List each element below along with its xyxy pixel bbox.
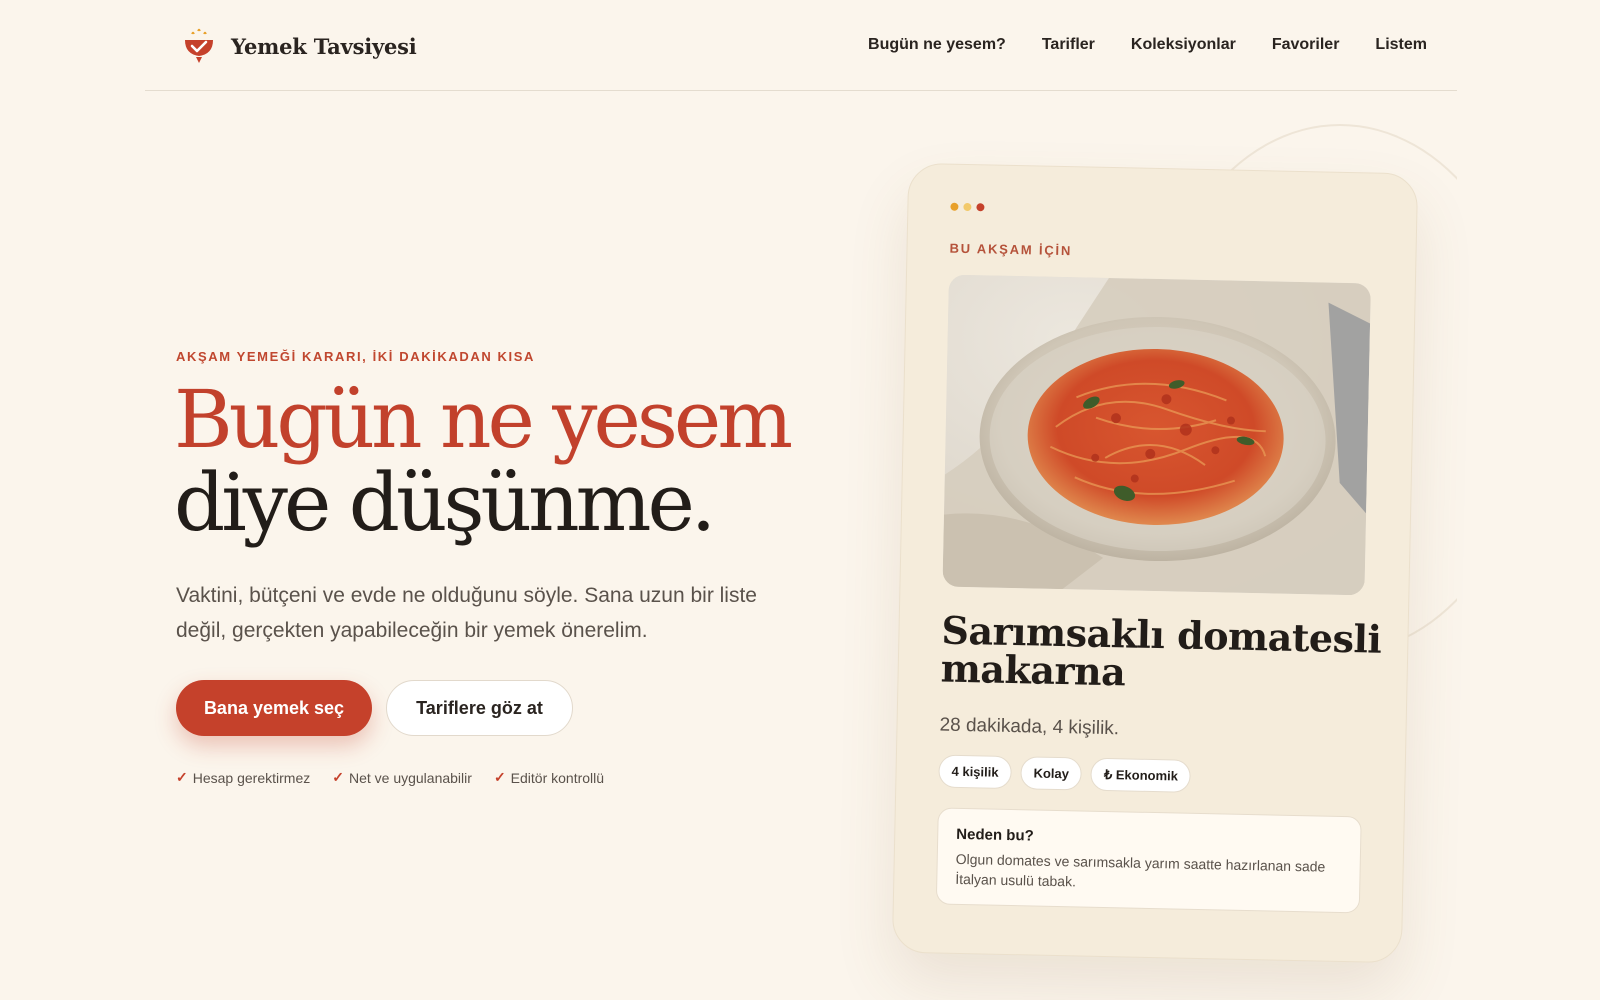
dish-meta: 28 dakikada, 4 kişilik. bbox=[939, 714, 1120, 740]
dot-icon bbox=[963, 202, 972, 212]
headline-line-1: Bugün ne yesem bbox=[174, 373, 793, 466]
check-icon: ✓ bbox=[332, 769, 344, 785]
badge-no-account: ✓ Hesap gerektirmez bbox=[176, 769, 310, 786]
why-text: Olgun domates ve sarımsakla yarım saatte… bbox=[955, 850, 1326, 890]
pick-meal-button[interactable]: Bana yemek seç bbox=[176, 680, 372, 736]
nav-item-tarifler[interactable]: Tarifler bbox=[1042, 36, 1095, 54]
dish-title: Sarımsaklı domatesli makarna bbox=[940, 607, 1382, 695]
trust-badges: ✓ Hesap gerektirmez ✓ Net ve uygulanabil… bbox=[176, 769, 604, 786]
dish-photo bbox=[942, 274, 1371, 596]
hero-headline: Bugün ne yesem diye düşünme. bbox=[174, 373, 793, 549]
dish-tags: 4 kişilik Kolay ₺ Ekonomik bbox=[938, 754, 1192, 793]
card-eyebrow: BU AKŞAM İÇİN bbox=[949, 240, 1073, 259]
decorative-mask bbox=[1457, 92, 1600, 1000]
badge-label: Net ve uygulanabilir bbox=[348, 769, 472, 786]
check-icon: ✓ bbox=[493, 769, 506, 785]
nav-item-bugun-ne-yesem[interactable]: Bugün ne yesem? bbox=[868, 36, 1006, 54]
main-nav: Bugün ne yesem? Tarifler Koleksiyonlar F… bbox=[868, 36, 1427, 54]
headline-line-2: diye düşünme. bbox=[174, 456, 716, 549]
logo[interactable]: Yemek Tavsiyesi bbox=[181, 26, 417, 66]
tag-difficulty: Kolay bbox=[1020, 756, 1083, 791]
badge-editor-checked: ✓ Editör kontrollü bbox=[494, 769, 604, 786]
why-box: Neden bu? Olgun domates ve sarımsakla ya… bbox=[935, 807, 1362, 914]
tag-servings: 4 kişilik bbox=[938, 754, 1012, 790]
dot-icon bbox=[950, 202, 959, 211]
site-header: Yemek Tavsiyesi Bugün ne yesem? Tarifler… bbox=[145, 0, 1457, 91]
nav-item-favoriler[interactable]: Favoriler bbox=[1272, 36, 1340, 54]
nav-item-listem[interactable]: Listem bbox=[1375, 36, 1427, 54]
hero-eyebrow: AKŞAM YEMEĞİ KARARI, İKİ DAKİKADAN KISA bbox=[176, 349, 536, 364]
nav-item-koleksiyonlar[interactable]: Koleksiyonlar bbox=[1131, 36, 1236, 54]
badge-label: Hesap gerektirmez bbox=[192, 769, 311, 786]
hero-lead: Vaktini, bütçeni ve evde ne olduğunu söy… bbox=[176, 584, 757, 642]
tag-budget: ₺ Ekonomik bbox=[1090, 757, 1192, 793]
recommendation-card[interactable]: BU AKŞAM İÇİN Sarımsaklı domatesli makar… bbox=[891, 162, 1419, 964]
badge-label: Editör kontrollü bbox=[510, 769, 605, 786]
check-icon: ✓ bbox=[176, 769, 188, 785]
bowl-check-icon bbox=[185, 28, 213, 63]
badge-actionable: ✓ Net ve uygulanabilir bbox=[332, 769, 472, 786]
why-title: Neden bu? bbox=[956, 825, 1034, 845]
dot-icon bbox=[976, 203, 985, 212]
brand-name: Yemek Tavsiyesi bbox=[231, 33, 417, 59]
browse-recipes-button[interactable]: Tariflere göz at bbox=[386, 680, 573, 736]
window-dots bbox=[950, 202, 985, 212]
